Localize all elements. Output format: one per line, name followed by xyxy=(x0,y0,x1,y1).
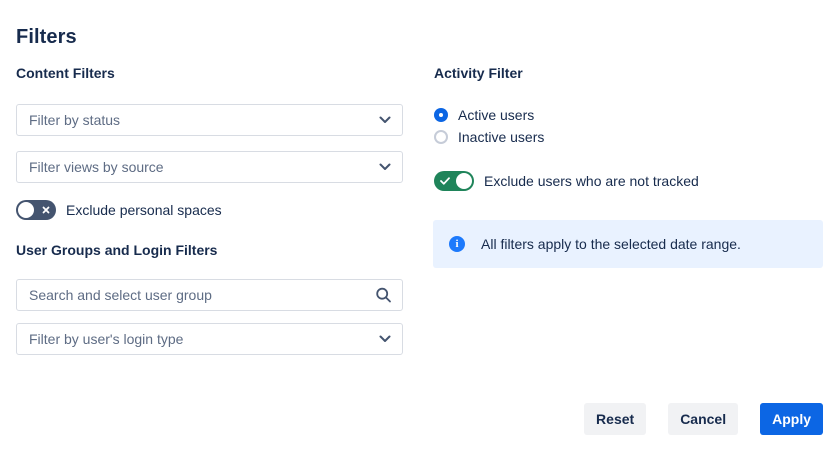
activity-filter-section-label: Activity Filter xyxy=(434,65,523,81)
radio-label: Active users xyxy=(458,107,534,123)
page-title: Filters xyxy=(16,26,77,49)
chevron-down-icon xyxy=(379,335,391,343)
cancel-button[interactable]: Cancel xyxy=(668,403,738,435)
status-dropdown-placeholder: Filter by status xyxy=(29,112,120,128)
personal-spaces-toggle[interactable] xyxy=(16,200,56,220)
filters-panel: Filters Content Filters Filter by status… xyxy=(0,0,839,453)
source-dropdown[interactable]: Filter views by source xyxy=(16,151,403,183)
tracked-users-toggle[interactable] xyxy=(434,171,474,191)
radio-option-inactive-users[interactable]: Inactive users xyxy=(434,128,544,146)
cross-icon xyxy=(42,206,50,214)
radio-selected-icon xyxy=(434,108,448,122)
status-dropdown[interactable]: Filter by status xyxy=(16,104,403,136)
personal-spaces-toggle-row: Exclude personal spaces xyxy=(16,200,222,220)
chevron-down-icon xyxy=(379,116,391,124)
login-type-dropdown-placeholder: Filter by user's login type xyxy=(29,331,183,347)
toggle-knob xyxy=(18,202,34,218)
personal-spaces-toggle-label: Exclude personal spaces xyxy=(66,202,222,218)
apply-button[interactable]: Apply xyxy=(760,403,823,435)
info-banner-text: All filters apply to the selected date r… xyxy=(481,236,741,252)
chevron-down-icon xyxy=(379,163,391,171)
toggle-knob xyxy=(456,173,472,189)
search-icon xyxy=(375,287,392,304)
user-groups-section-label: User Groups and Login Filters xyxy=(16,242,217,258)
login-type-dropdown[interactable]: Filter by user's login type xyxy=(16,323,403,355)
tracked-users-toggle-row: Exclude users who are not tracked xyxy=(434,171,699,191)
check-icon xyxy=(440,177,450,185)
user-group-search-input[interactable] xyxy=(16,279,403,311)
reset-button[interactable]: Reset xyxy=(584,403,646,435)
user-group-search-wrapper xyxy=(16,279,403,311)
source-dropdown-placeholder: Filter views by source xyxy=(29,159,164,175)
radio-option-active-users[interactable]: Active users xyxy=(434,106,534,124)
tracked-users-toggle-label: Exclude users who are not tracked xyxy=(484,173,699,189)
radio-unselected-icon xyxy=(434,130,448,144)
radio-label: Inactive users xyxy=(458,129,544,145)
info-banner: i All filters apply to the selected date… xyxy=(433,220,823,268)
footer-actions: Reset Cancel Apply xyxy=(584,403,823,435)
content-filters-section-label: Content Filters xyxy=(16,65,115,81)
info-icon: i xyxy=(449,236,465,252)
